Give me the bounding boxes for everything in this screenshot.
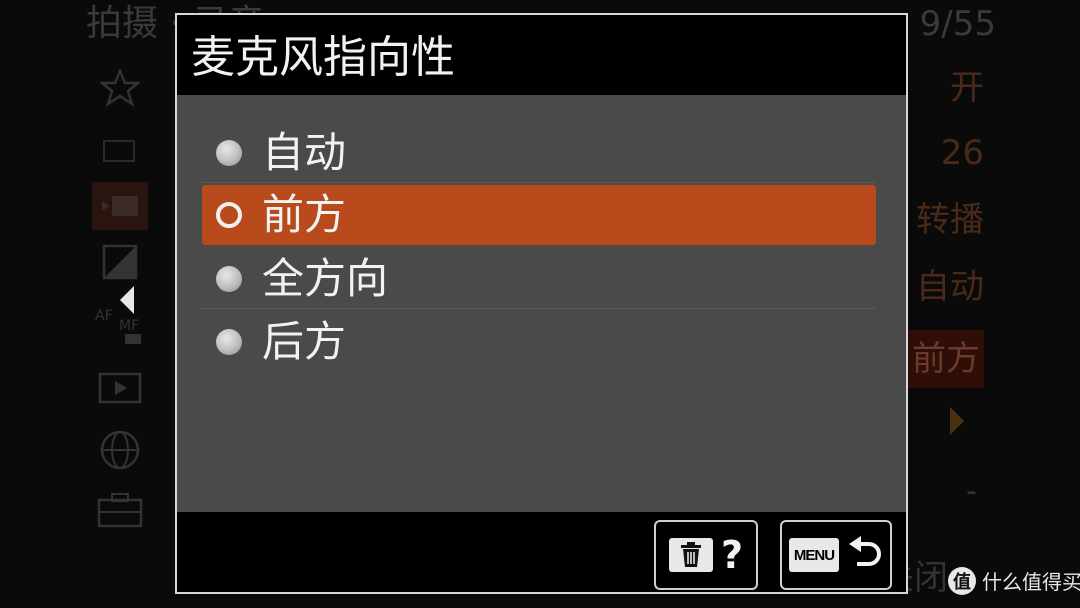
movie-mode-icon — [92, 182, 148, 230]
option-auto[interactable]: 自动 — [202, 123, 876, 183]
watermark-text: 什么值得买 — [982, 570, 1080, 594]
delete-help-button[interactable]: ? — [654, 520, 758, 590]
trash-icon — [668, 538, 713, 572]
network-globe-icon — [92, 426, 148, 474]
playback-icon — [92, 364, 148, 412]
toolbox-icon — [92, 486, 148, 534]
dialog-title: 麦克风指向性 — [191, 32, 455, 83]
exposure-icon — [92, 238, 148, 286]
radio-icon — [216, 139, 242, 166]
option-label: 前方 — [262, 190, 347, 239]
option-rear[interactable]: 后方 — [202, 312, 876, 372]
watermark-logo-icon: 值 — [948, 566, 976, 595]
option-label: 后方 — [262, 317, 347, 366]
chevron-left-icon[interactable] — [120, 286, 134, 314]
option-label: 自动 — [262, 127, 347, 177]
svg-text:MF: MF — [119, 318, 139, 334]
radio-selected-icon — [216, 202, 242, 228]
mic-directivity-dialog: 麦克风指向性 自动 前方 全方向 后方 ? MENU — [175, 13, 908, 594]
bg-dash: - — [966, 474, 977, 509]
radio-icon — [216, 265, 242, 292]
radio-icon — [216, 329, 242, 355]
option-front[interactable]: 前方 — [202, 185, 876, 245]
svg-text:AF: AF — [95, 308, 113, 324]
menu-back-button[interactable]: MENU — [780, 520, 892, 590]
return-arrow-icon — [847, 536, 883, 574]
option-label: 全方向 — [262, 253, 389, 303]
star-icon — [92, 64, 148, 112]
camera-mode-icon — [92, 126, 148, 174]
help-icon: ? — [720, 533, 744, 577]
options-panel: 自动 前方 全方向 后方 — [177, 95, 906, 512]
option-omni[interactable]: 全方向 — [202, 249, 876, 309]
watermark: 值 什么值得买 — [948, 566, 1080, 595]
page-indicator: 9/55 — [919, 4, 996, 44]
chevron-right-icon — [950, 407, 964, 435]
menu-label: MENU — [789, 538, 839, 572]
